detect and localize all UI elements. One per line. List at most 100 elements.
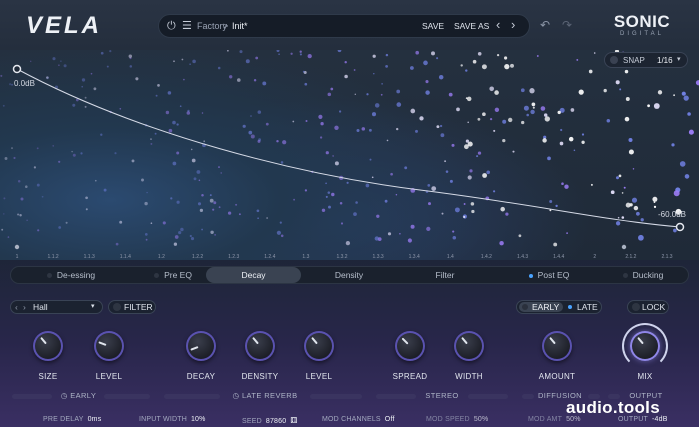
particle bbox=[451, 143, 455, 147]
snap-control[interactable]: SNAP 1/16 ▾ bbox=[604, 52, 688, 68]
particle bbox=[119, 107, 122, 110]
brand-name: SONIC bbox=[613, 12, 671, 31]
section-late-reverb: ◷ LATE REVERB bbox=[224, 391, 306, 401]
particle bbox=[331, 192, 335, 197]
particle bbox=[307, 53, 312, 59]
early-late-switch[interactable]: EARLY LATE bbox=[516, 300, 602, 314]
decay-knob[interactable] bbox=[186, 331, 216, 361]
decay-visualizer[interactable]: 1 1.1.2 1.1.3 1.1.4 1.2 1.2.2 1.2.3 1.2.4 1.3 1.3… bbox=[0, 50, 699, 260]
lock-dot bbox=[632, 303, 640, 311]
particle bbox=[187, 109, 190, 113]
ruler-label: 1.2 bbox=[158, 254, 165, 260]
particle bbox=[547, 156, 551, 161]
param-value[interactable]: 87860 bbox=[266, 418, 286, 425]
late-label[interactable]: LATE bbox=[577, 301, 598, 313]
width-knob[interactable] bbox=[454, 331, 484, 361]
particle bbox=[52, 57, 56, 61]
early-level-knob[interactable] bbox=[94, 331, 124, 361]
particle bbox=[499, 240, 504, 246]
particle bbox=[477, 51, 482, 56]
particle bbox=[36, 183, 40, 187]
knob-pointer bbox=[461, 336, 468, 345]
chevron-down-icon[interactable]: ▾ bbox=[91, 301, 95, 313]
next-preset-icon[interactable]: › bbox=[511, 14, 515, 36]
param-value[interactable]: 0ms bbox=[88, 416, 102, 423]
param-mod-channels[interactable]: MOD CHANNELS Off bbox=[322, 416, 395, 423]
particle bbox=[181, 58, 184, 61]
ruler-label: 1.1.4 bbox=[120, 254, 131, 260]
redo-icon[interactable]: ↷ bbox=[562, 18, 572, 32]
particle bbox=[320, 122, 324, 126]
tab-enable-dot[interactable] bbox=[528, 273, 533, 278]
ruler-end-marker[interactable] bbox=[621, 244, 627, 250]
tab-ducking[interactable]: Ducking bbox=[603, 267, 683, 283]
filter-toggle[interactable]: FILTER bbox=[108, 300, 156, 314]
particle bbox=[493, 129, 496, 132]
param-pre-delay[interactable]: PRE DELAY 0ms bbox=[43, 416, 101, 423]
particle bbox=[560, 128, 563, 132]
menu-icon[interactable]: ☰ bbox=[182, 15, 192, 37]
particle bbox=[477, 117, 481, 121]
lock-label: LOCK bbox=[642, 302, 666, 312]
particle bbox=[257, 217, 259, 219]
tab-enable-dot[interactable] bbox=[622, 273, 628, 279]
param-mod-speed[interactable]: MOD SPEED 50% bbox=[426, 416, 488, 423]
density-knob[interactable] bbox=[245, 331, 275, 361]
undo-icon[interactable]: ↶ bbox=[540, 18, 550, 32]
chevron-right-icon[interactable]: › bbox=[23, 301, 26, 313]
snap-toggle[interactable] bbox=[610, 56, 618, 64]
particle bbox=[404, 166, 408, 170]
curve-end-handle[interactable] bbox=[675, 222, 685, 232]
particle bbox=[638, 234, 644, 241]
param-value[interactable]: 50% bbox=[474, 416, 489, 423]
tab-pre-eq[interactable]: Pre EQ bbox=[133, 267, 213, 283]
particle bbox=[209, 194, 212, 197]
mode-selector[interactable]: ‹ › Hall ▾ bbox=[10, 300, 103, 314]
prev-preset-icon[interactable]: ‹ bbox=[496, 14, 500, 36]
particle bbox=[145, 238, 148, 241]
param-seed[interactable]: SEED 87860 ⚅ bbox=[242, 416, 298, 425]
particle bbox=[581, 133, 585, 136]
tab-enable-dot[interactable] bbox=[154, 273, 160, 279]
tab-filter[interactable]: Filter bbox=[405, 267, 485, 283]
particle bbox=[568, 136, 574, 142]
curve-start-handle[interactable] bbox=[12, 64, 22, 74]
param-input-width[interactable]: INPUT WIDTH 10% bbox=[139, 416, 206, 423]
particle bbox=[426, 226, 431, 232]
save-as-button[interactable]: SAVE AS bbox=[449, 18, 494, 34]
tab-decay[interactable]: Decay bbox=[206, 267, 301, 283]
particle bbox=[227, 211, 232, 215]
particle bbox=[449, 179, 453, 183]
particle bbox=[396, 102, 402, 107]
particle bbox=[191, 158, 196, 163]
chevron-left-icon[interactable]: ‹ bbox=[15, 301, 18, 313]
particle bbox=[373, 72, 375, 75]
size-knob[interactable] bbox=[33, 331, 63, 361]
preset-name[interactable]: Init* bbox=[232, 15, 248, 37]
particle bbox=[201, 194, 204, 197]
filter-toggle-dot bbox=[113, 303, 121, 311]
chevron-down-icon[interactable]: ▾ bbox=[677, 55, 681, 63]
param-value[interactable]: 10% bbox=[191, 416, 206, 423]
tab-post-eq[interactable]: Post EQ bbox=[509, 267, 589, 283]
tab-enable-dot[interactable] bbox=[46, 273, 52, 279]
param-value[interactable]: Off bbox=[385, 416, 395, 423]
ruler-label: 1.4.3 bbox=[517, 254, 528, 260]
ruler-start-marker[interactable] bbox=[14, 244, 20, 250]
lock-toggle[interactable]: LOCK bbox=[627, 300, 669, 314]
particle bbox=[423, 60, 428, 66]
particle bbox=[4, 157, 8, 160]
particle bbox=[471, 209, 475, 214]
particle bbox=[141, 178, 144, 182]
snap-value[interactable]: 1/16 bbox=[657, 56, 673, 65]
late-level-knob[interactable] bbox=[304, 331, 334, 361]
particle bbox=[330, 87, 334, 91]
power-icon[interactable]: ⏻ bbox=[167, 15, 176, 37]
amount-knob[interactable] bbox=[542, 331, 572, 361]
spread-knob[interactable] bbox=[395, 331, 425, 361]
save-button[interactable]: SAVE bbox=[417, 18, 449, 34]
tab-de-essing[interactable]: De-essing bbox=[31, 267, 111, 283]
dice-icon[interactable]: ⚅ bbox=[290, 416, 297, 425]
tab-density[interactable]: Density bbox=[309, 267, 389, 283]
particle bbox=[508, 117, 513, 123]
